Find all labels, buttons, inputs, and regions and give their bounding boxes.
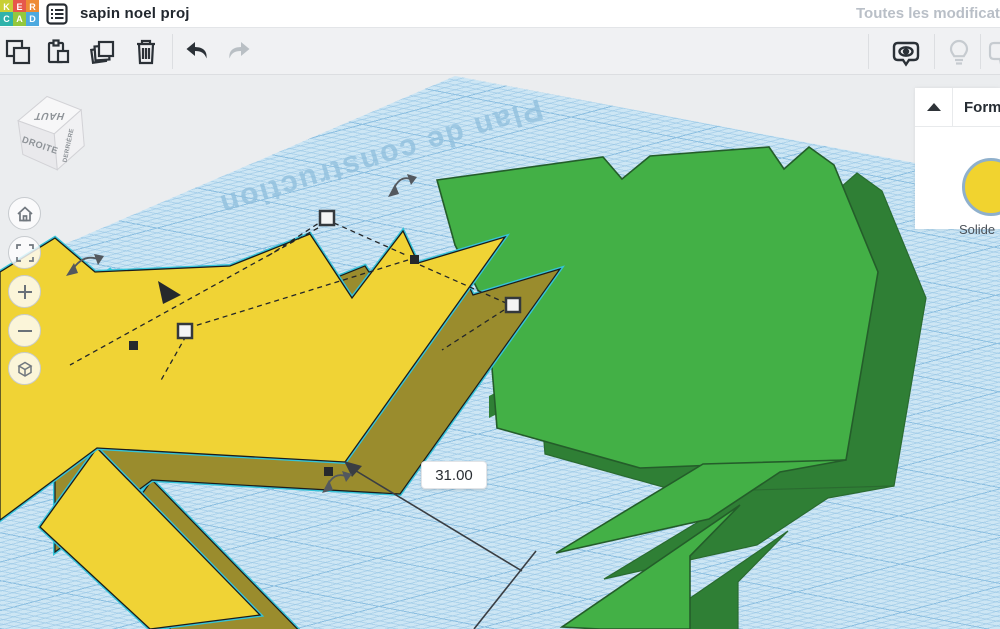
view-cube-top-label[interactable]: HAUT — [33, 110, 66, 121]
scale-handle-right[interactable] — [504, 296, 522, 314]
zoom-in-button[interactable] — [8, 275, 41, 308]
top-bar: K E R C A D sapin noel proj Toutes les m… — [0, 0, 1000, 28]
rotate-handle-top[interactable] — [388, 174, 417, 197]
home-view-button[interactable] — [8, 197, 41, 230]
perspective-toggle-button[interactable] — [8, 352, 41, 385]
autosave-status: Toutes les modificat — [856, 5, 1000, 22]
project-properties-icon[interactable] — [46, 3, 68, 25]
toolbar-separator — [172, 34, 173, 69]
delete-button[interactable] — [132, 38, 160, 66]
undo-button[interactable] — [184, 38, 212, 66]
material-color-swatch[interactable] — [962, 158, 1000, 216]
midpoint-handle-left[interactable] — [129, 341, 138, 350]
view-cube[interactable]: HAUT DROITE DERRIÈRE — [10, 86, 96, 178]
logo-tile: R — [26, 0, 39, 12]
duplicate-button[interactable] — [89, 38, 117, 66]
feedback-button[interactable] — [988, 38, 1000, 66]
shape-green-tree[interactable] — [435, 145, 927, 629]
logo-tile: D — [26, 12, 39, 26]
redo-button[interactable] — [224, 38, 252, 66]
zoom-out-button[interactable] — [8, 314, 41, 347]
material-label: Solide — [959, 222, 996, 237]
midpoint-handle-top[interactable] — [410, 255, 419, 264]
document-title[interactable]: sapin noel proj — [80, 5, 190, 22]
midpoint-handle-bottom[interactable] — [324, 467, 333, 476]
shape-inspector-panel: Forme Solide — [915, 88, 1000, 237]
scale-handle-face[interactable] — [176, 322, 194, 340]
logo-row-1: K E R — [0, 0, 40, 12]
shape-inspector-header: Forme — [915, 88, 1000, 127]
view-comments-button[interactable] — [890, 38, 920, 67]
scene-svg: Plan de construction — [0, 92, 927, 629]
logo-tile: C — [0, 12, 13, 26]
logo-tile: E — [13, 0, 26, 12]
tips-button[interactable] — [946, 38, 974, 66]
fit-view-button[interactable] — [8, 236, 41, 269]
logo-tile: K — [0, 0, 13, 12]
panel-title: Forme — [964, 98, 1000, 116]
paste-button[interactable] — [44, 38, 72, 66]
logo-row-2: C A D — [0, 12, 40, 26]
dimension-value-input[interactable]: 31.00 — [421, 461, 487, 489]
panel-collapse-button[interactable] — [915, 88, 953, 126]
shape-yellow-tree[interactable] — [0, 227, 566, 629]
logo-tile: A — [13, 12, 26, 26]
edit-toolbar — [0, 28, 1000, 75]
viewport-3d[interactable]: Plan de construction 31.00 — [0, 75, 1000, 629]
collapse-triangle-icon — [926, 103, 941, 111]
scale-handle-top[interactable] — [318, 209, 336, 227]
toolbar-separator — [868, 34, 869, 69]
copy-button[interactable] — [4, 38, 32, 66]
toolbar-separator — [980, 34, 981, 69]
toolbar-separator — [934, 34, 935, 69]
tinkercad-logo[interactable]: K E R C A D — [0, 0, 40, 27]
